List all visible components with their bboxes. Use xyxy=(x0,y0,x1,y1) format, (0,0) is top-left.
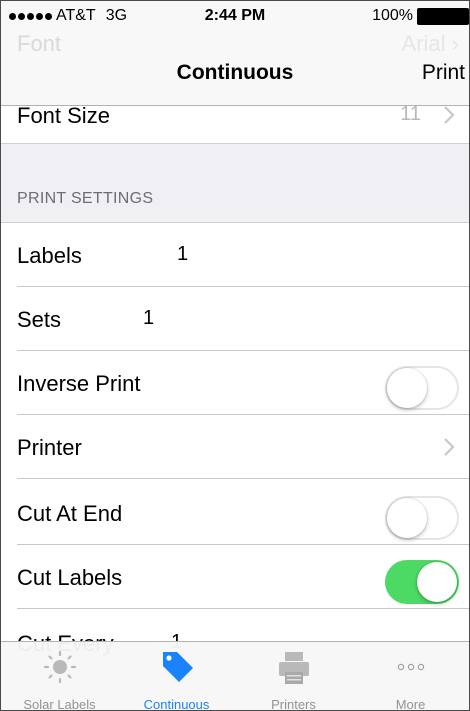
toggle-knob xyxy=(387,368,427,408)
chevron-right-icon xyxy=(443,437,455,462)
inverse-print-row: Inverse Print xyxy=(1,351,469,415)
battery-info: 100% xyxy=(372,7,469,25)
cut-at-end-label: Cut At End xyxy=(17,501,123,526)
inverse-print-label: Inverse Print xyxy=(17,371,141,396)
row-divider xyxy=(17,608,469,609)
cut-at-end-toggle[interactable] xyxy=(385,496,459,540)
battery-icon xyxy=(417,7,469,25)
app-frame: AT&T 3G 2:44 PM 100% Font Arial › Contin… xyxy=(0,0,470,711)
tab-label: Solar Labels xyxy=(23,697,96,711)
sets-count-field[interactable]: 1 xyxy=(143,307,154,330)
printer-row[interactable]: Printer xyxy=(1,415,469,479)
sets-label: Sets xyxy=(17,307,62,332)
font-row-label: Font xyxy=(17,31,62,56)
tab-bar: Solar Labels Continuous Printers More xyxy=(1,641,469,711)
tab-more[interactable]: More xyxy=(352,642,469,711)
printer-icon xyxy=(235,650,352,684)
labels-label: Labels xyxy=(17,243,82,268)
print-button[interactable]: Print xyxy=(422,61,465,85)
font-size-label: Font Size xyxy=(17,103,110,128)
section-header: PRINT SETTINGS xyxy=(17,190,154,207)
sun-icon xyxy=(1,650,118,684)
tab-continuous[interactable]: Continuous xyxy=(118,642,235,711)
cut-at-end-row: Cut At End xyxy=(1,481,469,545)
toggle-knob xyxy=(417,562,457,602)
font-row-value-text: Arial xyxy=(401,31,446,56)
tab-label: More xyxy=(395,697,426,711)
font-size-value: 11 xyxy=(400,103,421,125)
labels-count-field[interactable]: 1 xyxy=(177,243,188,266)
cut-labels-label: Cut Labels xyxy=(17,565,123,590)
chevron-right-icon xyxy=(443,105,455,130)
tab-label: Continuous xyxy=(143,697,210,711)
tag-icon xyxy=(118,650,235,684)
page-title: Continuous xyxy=(176,61,294,84)
more-dots-icon xyxy=(352,650,469,684)
status-bar: AT&T 3G 2:44 PM 100% xyxy=(1,1,469,31)
labels-row[interactable]: Labels 1 xyxy=(1,223,469,287)
tab-printers[interactable]: Printers xyxy=(235,642,352,711)
battery-percent: 100% xyxy=(372,7,413,24)
font-size-row[interactable]: Font Size 11 xyxy=(1,101,469,144)
navigation-bar: Continuous Print xyxy=(1,31,469,106)
row-divider xyxy=(17,478,469,479)
tab-label: Printers xyxy=(271,697,316,711)
tab-solar-labels[interactable]: Solar Labels xyxy=(1,642,118,711)
sets-row[interactable]: Sets 1 xyxy=(1,287,469,351)
printer-label: Printer xyxy=(17,435,82,460)
cut-labels-row: Cut Labels xyxy=(1,545,469,609)
inverse-print-toggle[interactable] xyxy=(385,366,459,410)
cut-labels-toggle[interactable] xyxy=(385,560,459,604)
print-settings-section: PRINT SETTINGS xyxy=(1,144,469,223)
font-row-value: Arial › xyxy=(401,31,459,56)
toggle-knob xyxy=(387,498,427,538)
